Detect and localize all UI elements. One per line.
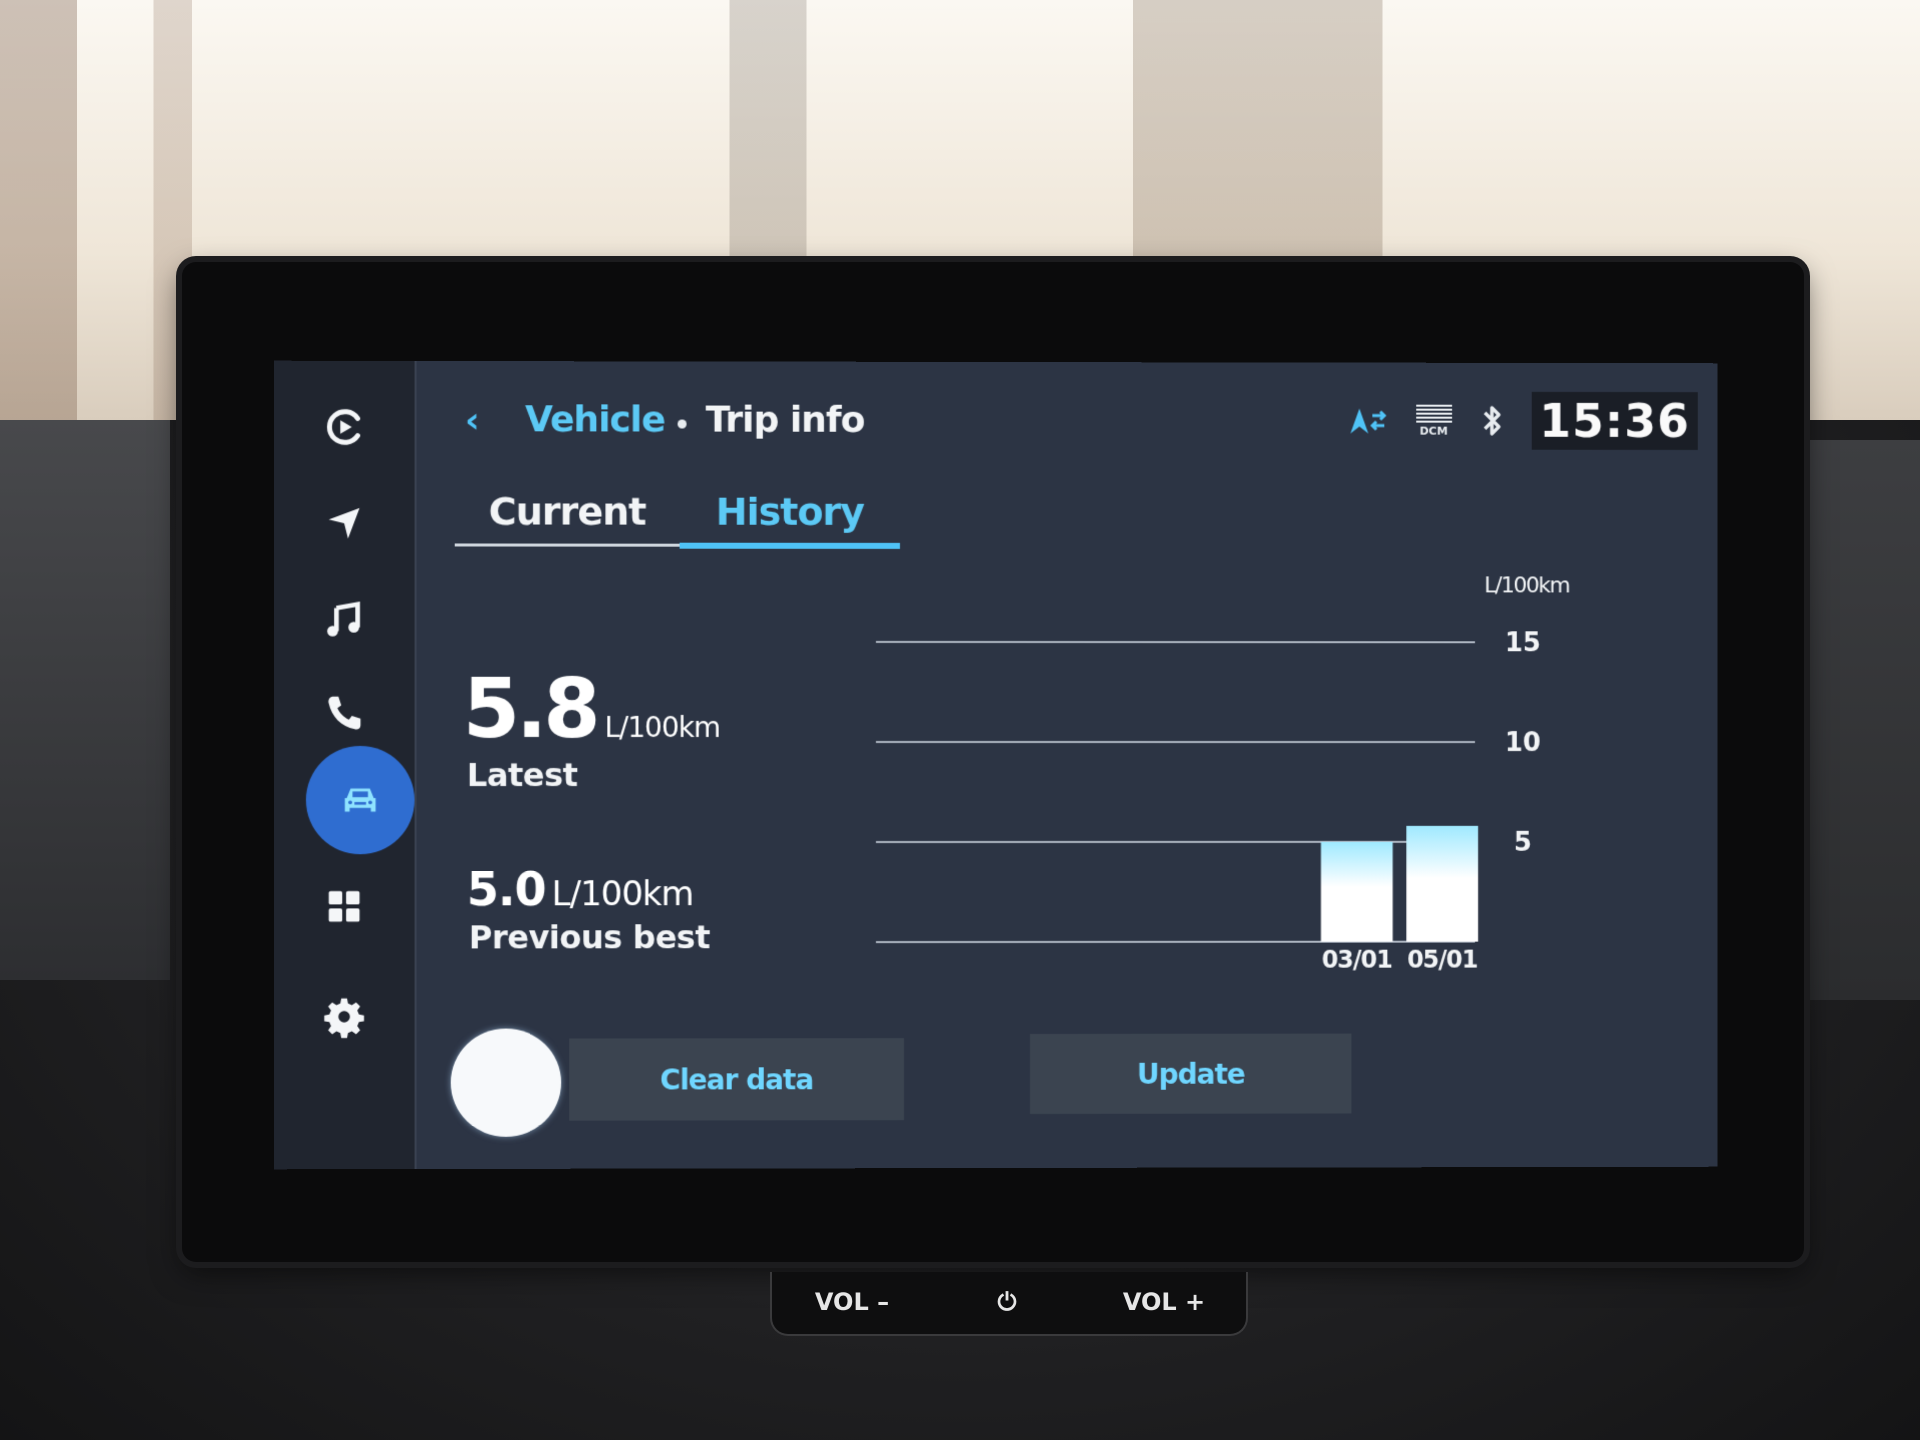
sidebar-item-settings[interactable] (304, 977, 384, 1057)
hardware-button-strip: VOL – ⏻ VOL + (770, 1272, 1248, 1336)
sidebar-item-apps[interactable] (304, 866, 384, 946)
phone-icon (328, 696, 361, 730)
bluetooth-icon (1480, 403, 1506, 439)
best-value: 5.0 (466, 862, 546, 917)
latest-label: Latest (466, 755, 578, 795)
y-tick-label: 10 (1505, 728, 1541, 758)
car-icon (344, 788, 376, 812)
dcm-icon: DCM (1414, 404, 1454, 437)
power-button[interactable]: ⏻ (932, 1272, 1082, 1332)
x-tick-label: 05/01 (1407, 946, 1478, 974)
active-tab-indicator (679, 542, 900, 549)
volume-down-button[interactable]: VOL – (772, 1272, 932, 1332)
music-note-icon (327, 597, 367, 643)
sidebar-item-phone[interactable] (304, 674, 384, 754)
navigation-sync-icon (1348, 406, 1388, 436)
bar-05-01 (1406, 825, 1479, 942)
previous-best-label: Previous best (468, 918, 710, 957)
update-button[interactable]: Update (1029, 1033, 1352, 1114)
page-title: Trip info (705, 399, 865, 441)
status-bar: DCM 15:36 (1348, 391, 1698, 451)
navigation-arrow-icon (328, 507, 360, 539)
volume-up-button[interactable]: VOL + (1082, 1272, 1246, 1332)
y-tick-label: 5 (1514, 828, 1532, 858)
tab-bar: Current History (454, 481, 900, 549)
dashboard-right-panel (1790, 440, 1920, 1000)
latest-unit: L/100km (604, 710, 720, 744)
chart-svg: L/100km 5 10 15 03/01 05/01 (876, 573, 1569, 974)
clock: 15:36 (1531, 391, 1698, 450)
back-button[interactable]: ‹ (465, 400, 495, 441)
clear-data-button[interactable]: Clear data (569, 1038, 904, 1121)
y-axis-unit-label: L/100km (1484, 573, 1569, 598)
sidebar-item-navigation[interactable] (304, 483, 384, 563)
header: ‹ Vehicle Trip info DCM 15:36 (415, 361, 1718, 473)
fuel-history-chart: L/100km 5 10 15 03/01 05/01 (876, 562, 1594, 992)
dcm-signal-bars (1415, 404, 1452, 423)
dashboard-left-panel (0, 420, 170, 980)
bar-03-01 (1320, 841, 1393, 942)
tab-history[interactable]: History (680, 482, 900, 542)
sidebar-item-media[interactable] (304, 387, 384, 467)
previous-best-consumption: 5.0 L/100km (467, 862, 693, 916)
breadcrumb-vehicle-link[interactable]: Vehicle (525, 399, 665, 440)
sidebar-item-music[interactable] (304, 579, 384, 659)
play-circle-icon (321, 404, 367, 450)
main-content: ‹ Vehicle Trip info DCM 15:36 Current Hi… (415, 361, 1718, 1169)
latest-value: 5.8 (462, 661, 597, 757)
sidebar (273, 360, 417, 1170)
latest-consumption: 5.8 L/100km (463, 662, 720, 757)
round-action-button[interactable] (450, 1028, 562, 1137)
tab-current[interactable]: Current (455, 481, 680, 541)
gear-icon (324, 998, 365, 1039)
infotainment-screen: ‹ Vehicle Trip info DCM 15:36 Current Hi… (273, 360, 1718, 1170)
grid-icon (328, 891, 360, 922)
dcm-label: DCM (1419, 424, 1448, 438)
sidebar-item-vehicle[interactable] (305, 745, 415, 855)
x-tick-label: 03/01 (1322, 946, 1393, 974)
y-tick-label: 15 (1505, 628, 1541, 658)
breadcrumb-separator (677, 419, 687, 429)
best-unit: L/100km (551, 874, 694, 915)
